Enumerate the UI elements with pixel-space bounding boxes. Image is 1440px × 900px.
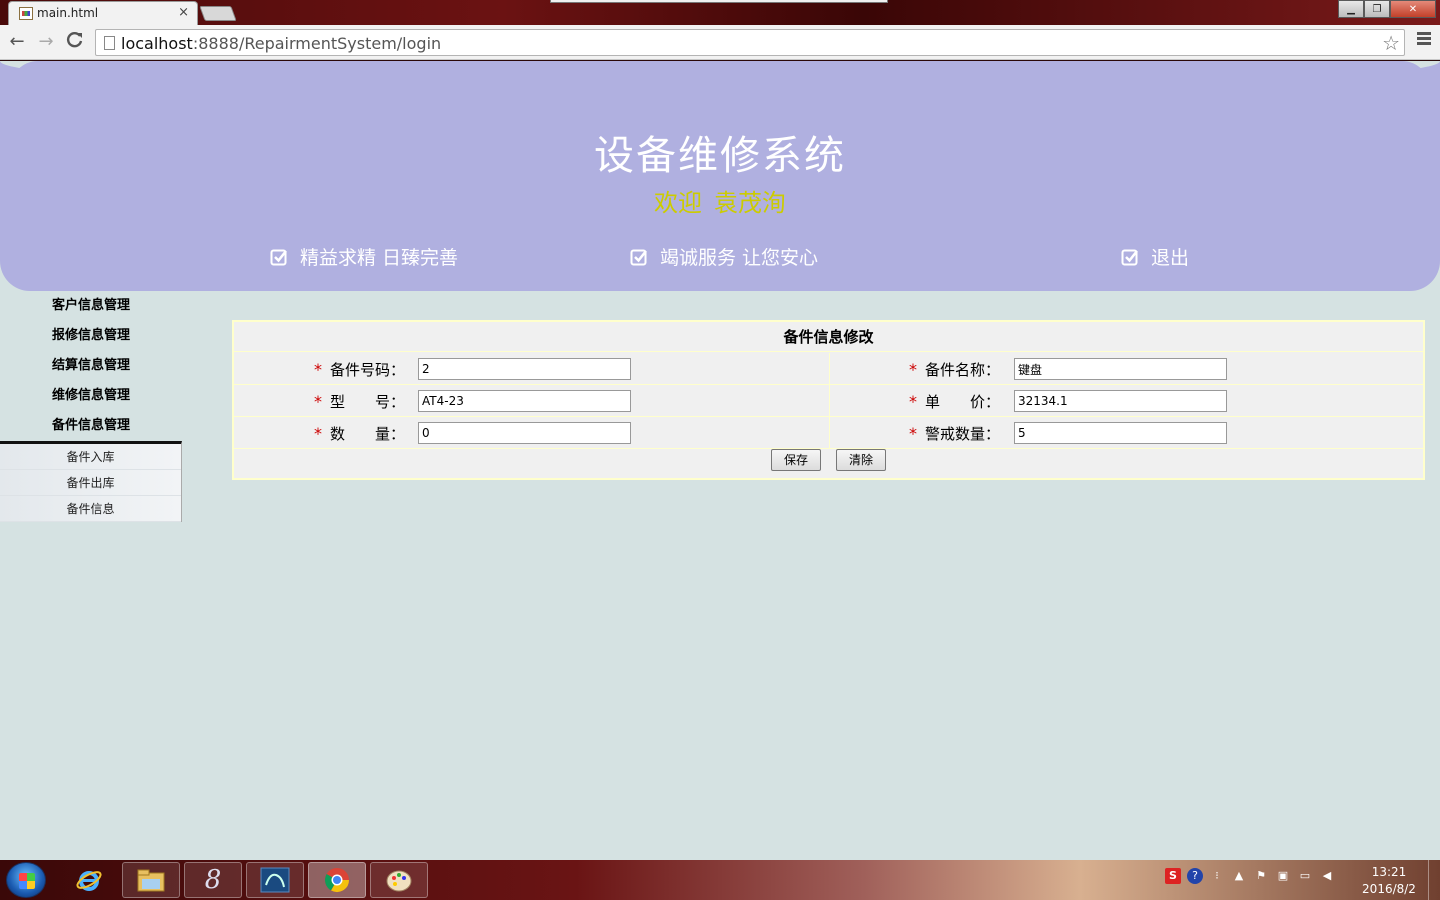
sidebar: 客户信息管理 报修信息管理 结算信息管理 维修信息管理 备件信息管理 备件入库 … (0, 291, 182, 522)
form-row-2: * 型 号： * 单 价： (234, 385, 1423, 417)
help-icon[interactable]: ? (1187, 868, 1203, 884)
window-edge (550, 0, 888, 3)
site-title: 设备维修系统 (594, 133, 846, 179)
page-icon (104, 36, 115, 50)
required-mark: * (909, 392, 917, 411)
clock-date: 2016/8/2 (1362, 882, 1416, 896)
show-desktop-button[interactable] (1428, 860, 1440, 900)
system-clock[interactable]: 13:21 2016/8/2 (1358, 864, 1420, 898)
part-name-input[interactable] (1014, 358, 1227, 380)
tab-title: main.html (37, 6, 99, 20)
required-mark: * (314, 424, 322, 443)
header-banner: 设备维修系统 欢迎 袁茂洵 精益求精 日臻完善 竭诚服务 让您安心 退出 (0, 61, 1440, 291)
quantity-label: 数 量： (330, 425, 406, 443)
sidebar-item-maintenance[interactable]: 维修信息管理 (0, 381, 182, 411)
browser-toolbar: ← → localhost:8888/RepairmentSystem/logi… (0, 25, 1440, 60)
form-title: 备件信息修改 (234, 322, 1423, 352)
network-icon[interactable]: ▭ (1297, 868, 1313, 884)
model-label: 型 号： (330, 393, 406, 411)
checkbox-icon (270, 248, 288, 266)
checkbox-icon (1121, 248, 1139, 266)
minimize-button[interactable]: ▁ (1338, 0, 1364, 18)
sidebar-item-spare-parts[interactable]: 备件信息管理 (0, 411, 182, 441)
form-row-3: * 数 量： * 警戒数量： (234, 417, 1423, 449)
window-controls: ▁ ❐ ✕ (1338, 0, 1436, 18)
welcome-label: 欢迎 (654, 189, 702, 217)
chrome-icon[interactable] (308, 862, 366, 898)
windows-taskbar: 8 S ? ⁝ ▲ ⚑ ▣ ▭ ◀ 13:21 2016/8/2 (0, 860, 1440, 900)
user-name: 袁茂洵 (714, 189, 786, 217)
ime-options-icon[interactable]: ⁝ (1209, 868, 1225, 884)
back-arrow-icon[interactable]: ← (6, 31, 28, 53)
page-favicon-icon (19, 7, 33, 20)
mysql-workbench-icon[interactable] (246, 862, 304, 898)
clear-button[interactable]: 清除 (836, 449, 887, 471)
tab-close-icon[interactable]: × (178, 5, 189, 20)
alert-quantity-label: 警戒数量： (925, 425, 1001, 443)
sogou-input-icon[interactable]: S (1165, 868, 1181, 884)
submenu-item-stock-in[interactable]: 备件入库 (0, 444, 181, 470)
alert-quantity-input[interactable] (1014, 422, 1227, 444)
part-name-label: 备件名称： (925, 361, 1001, 379)
edit-part-form: 备件信息修改 * 备件号码： * 备件名称： * 型 号： * 单 价： * 数… (232, 320, 1425, 480)
logout-link[interactable]: 退出 (1121, 243, 1189, 270)
paint-icon[interactable] (370, 862, 428, 898)
checkbox-icon (630, 248, 648, 266)
required-mark: * (314, 392, 322, 411)
price-input[interactable] (1014, 390, 1227, 412)
required-mark: * (314, 360, 322, 379)
quantity-input[interactable] (418, 422, 631, 444)
safely-remove-icon[interactable]: ▣ (1275, 868, 1291, 884)
system-tray: S ? ⁝ ▲ ⚑ ▣ ▭ ◀ (1165, 868, 1335, 884)
volume-muted-icon[interactable]: ◀ (1319, 868, 1335, 884)
show-hidden-icons-icon[interactable]: ▲ (1231, 868, 1247, 884)
forward-arrow-icon[interactable]: → (35, 31, 57, 53)
price-label: 单 价： (925, 393, 1001, 411)
slogan-1-text: 精益求精 日臻完善 (300, 247, 459, 269)
file-explorer-icon[interactable] (122, 862, 180, 898)
ie-icon[interactable] (60, 862, 118, 898)
action-center-flag-icon[interactable]: ⚑ (1253, 868, 1269, 884)
url-text[interactable]: localhost:8888/RepairmentSystem/login (121, 34, 441, 53)
sidebar-item-customer[interactable]: 客户信息管理 (0, 291, 182, 321)
sidebar-item-settlement[interactable]: 结算信息管理 (0, 351, 182, 381)
save-button[interactable]: 保存 (770, 449, 821, 471)
logout-text[interactable]: 退出 (1151, 243, 1189, 270)
form-buttons: 保存 清除 (234, 449, 1423, 471)
start-button[interactable] (6, 862, 46, 898)
menu-icon[interactable] (1417, 32, 1431, 47)
browser-tab-strip: main.html × ▁ ❐ ✕ (0, 0, 1440, 25)
part-no-input[interactable] (418, 358, 631, 380)
restore-button[interactable]: ❐ (1364, 0, 1390, 18)
required-mark: * (909, 424, 917, 443)
bookmark-star-icon[interactable]: ☆ (1382, 31, 1400, 55)
eclipse-app-icon[interactable]: 8 (184, 862, 242, 898)
model-input[interactable] (418, 390, 631, 412)
clock-time: 13:21 (1371, 865, 1407, 879)
page-viewport: 设备维修系统 欢迎 袁茂洵 精益求精 日臻完善 竭诚服务 让您安心 退出 客户信息… (0, 61, 1440, 860)
browser-tab[interactable]: main.html × (8, 1, 198, 25)
slogan-1: 精益求精 日臻完善 (270, 243, 458, 270)
close-window-button[interactable]: ✕ (1390, 0, 1436, 18)
address-bar[interactable]: localhost:8888/RepairmentSystem/login ☆ (95, 29, 1405, 56)
part-no-label: 备件号码： (330, 361, 406, 379)
spare-parts-submenu: 备件入库 备件出库 备件信息 (0, 441, 182, 522)
form-row-1: * 备件号码： * 备件名称： (234, 353, 1423, 385)
required-mark: * (909, 360, 917, 379)
new-tab-button[interactable] (199, 6, 237, 21)
banner-top (10, 61, 1430, 101)
submenu-item-stock-out[interactable]: 备件出库 (0, 470, 181, 496)
welcome-text: 欢迎 袁茂洵 (0, 183, 1440, 218)
slogan-2: 竭诚服务 让您安心 (630, 243, 818, 270)
slogan-2-text: 竭诚服务 让您安心 (660, 247, 819, 269)
sidebar-item-repair-request[interactable]: 报修信息管理 (0, 321, 182, 351)
reload-icon[interactable] (64, 31, 86, 53)
submenu-item-part-info[interactable]: 备件信息 (0, 496, 181, 522)
